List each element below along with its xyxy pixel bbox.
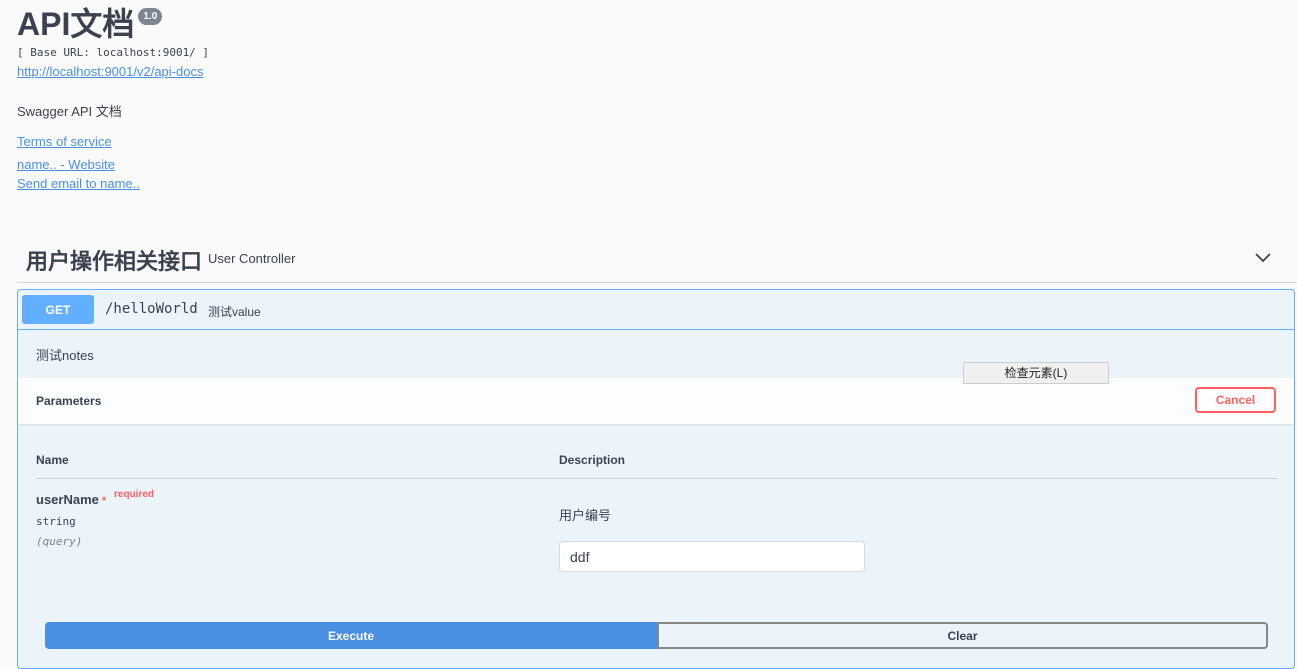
required-label: required xyxy=(114,489,155,500)
parameter-description: 用户编号 xyxy=(559,508,612,523)
parameters-header: Parameters Cancel xyxy=(18,378,1294,424)
required-star: * xyxy=(101,495,107,507)
title-row: API文档 1.0 xyxy=(17,4,617,44)
api-description: Swagger API 文档 xyxy=(17,104,122,119)
operation-summary[interactable]: GET /helloWorld 测试value xyxy=(18,290,1294,330)
tag-header[interactable]: 用户操作相关接口 User Controller xyxy=(17,234,1297,283)
column-header-name: Name xyxy=(36,453,69,467)
column-header-description: Description xyxy=(559,453,626,467)
tag-title: 用户操作相关接口 xyxy=(26,249,203,274)
clear-button[interactable]: Clear xyxy=(657,622,1268,649)
chevron-down-icon[interactable] xyxy=(1253,248,1273,268)
email-link[interactable]: Send email to name.. xyxy=(17,176,140,191)
page-title: API文档 xyxy=(17,6,135,42)
parameter-name: userName * xyxy=(36,492,106,507)
operation-path: /helloWorld xyxy=(105,301,198,317)
tag-description: User Controller xyxy=(208,251,296,266)
execute-button[interactable]: Execute xyxy=(45,622,657,649)
operation-summary-text: 测试value xyxy=(208,305,261,319)
table-divider xyxy=(36,478,1277,479)
version-badge: 1.0 xyxy=(138,8,163,25)
context-menu-inspect-item[interactable]: 检查元素(L) xyxy=(963,362,1109,384)
parameter-type: string xyxy=(36,515,76,528)
parameter-location: (query) xyxy=(36,535,83,548)
website-link[interactable]: name.. - Website xyxy=(17,157,115,172)
info-section: API文档 1.0 [ Base URL: localhost:9001/ ] … xyxy=(17,4,617,191)
parameters-title: Parameters xyxy=(36,394,102,408)
operation-notes: 测试notes xyxy=(36,348,94,363)
api-docs-link[interactable]: http://localhost:9001/v2/api-docs xyxy=(17,64,617,79)
base-url: [ Base URL: localhost:9001/ ] xyxy=(17,46,210,59)
cancel-button[interactable]: Cancel xyxy=(1195,387,1276,413)
operation-block: GET /helloWorld 测试value 测试notes Paramete… xyxy=(17,289,1295,669)
execute-button-group: Execute Clear xyxy=(45,622,1268,649)
terms-of-service-link[interactable]: Terms of service xyxy=(17,134,112,149)
method-badge: GET xyxy=(22,295,94,324)
username-input[interactable] xyxy=(559,541,865,572)
parameter-name-text: userName xyxy=(36,492,99,507)
